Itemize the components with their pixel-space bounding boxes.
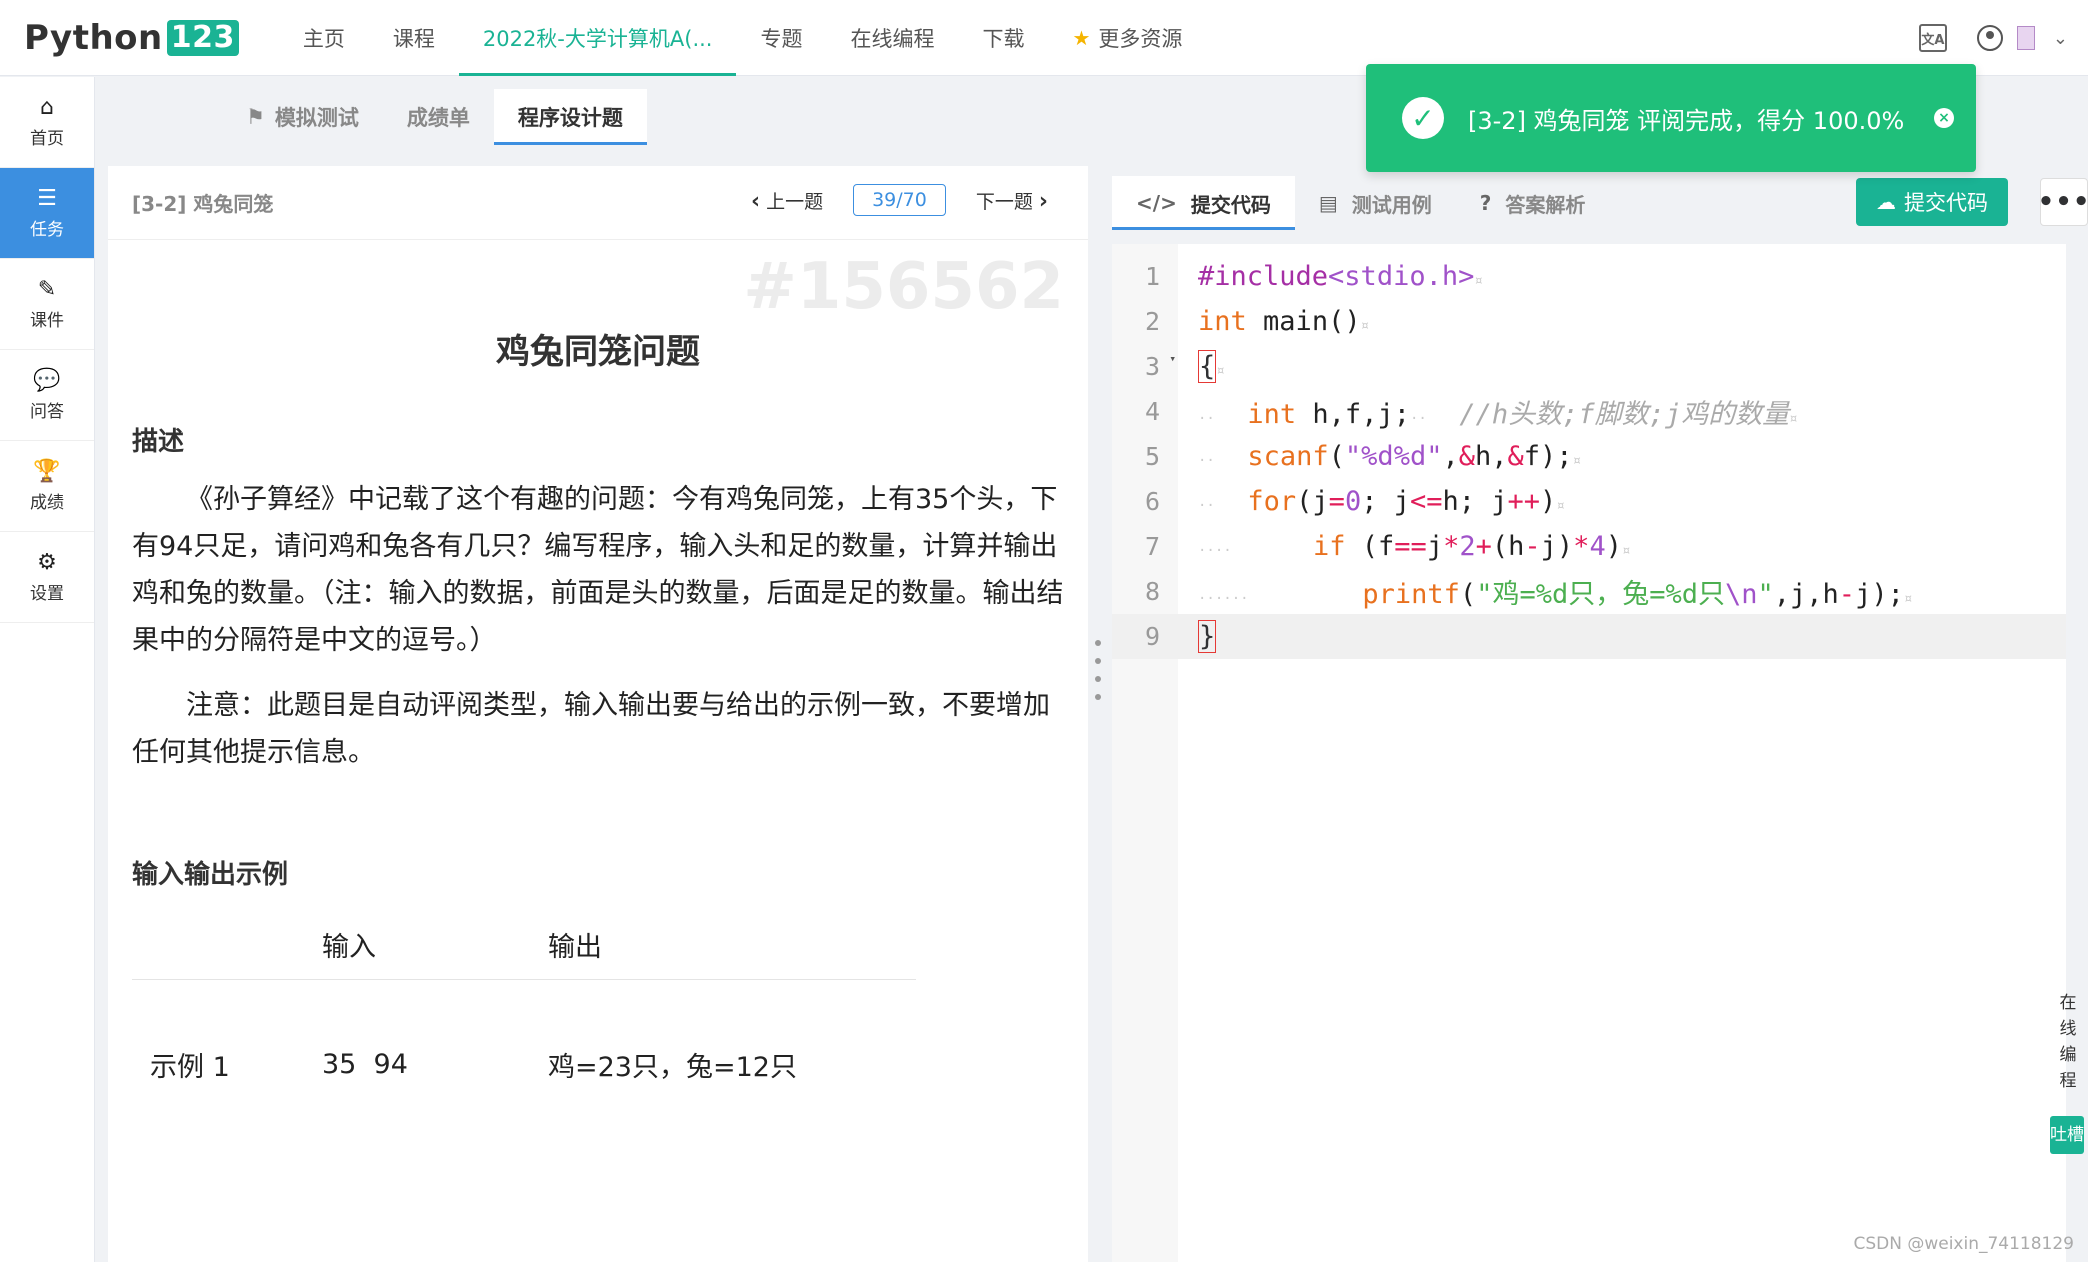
code-line: 4 ·· int h,f,j;·· //h头数;f脚数;j鸡的数量¤ <box>1144 397 1798 430</box>
sidebar: ⌂ 首页 ☰ 任务 ✎ 课件 💬 问答 🏆 成绩 ⚙ 设置 <box>0 77 95 1262</box>
nav-home[interactable]: 主页 <box>279 0 369 76</box>
check-icon: ✓ <box>1402 97 1444 139</box>
note-text: 注意：此题目是自动评阅类型，输入输出要与给出的示例一致，不要增加任何其他提示信息… <box>132 690 1050 768</box>
problem-title: 鸡兔同笼问题 <box>496 332 700 372</box>
tab-mock-test[interactable]: ⚑ 模拟测试 <box>246 89 359 145</box>
problem-code: [3-2] 鸡兔同笼 <box>132 192 274 216</box>
code-line: 9} <box>1112 614 2066 659</box>
sidebar-item-home[interactable]: ⌂ 首页 <box>0 77 94 168</box>
example-input: 35 94 <box>322 1048 408 1080</box>
translate-icon[interactable]: 文A <box>1918 24 1947 52</box>
tab-test-cases[interactable]: ▤ 测试用例 <box>1295 176 1456 230</box>
more-button[interactable]: ••• <box>2038 178 2088 226</box>
prev-button[interactable]: ‹ 上一题 <box>751 187 823 214</box>
home-icon: ⌂ <box>40 95 54 120</box>
col-input: 输入 <box>322 911 548 980</box>
feedback-button[interactable]: 吐槽 <box>2050 1116 2084 1154</box>
code-line: 6 ·· for(j=0; j<=h; j++)¤ <box>1144 486 1565 517</box>
tab-transcript[interactable]: 成绩单 <box>407 89 470 145</box>
example-table: 输入 输出 示例 1 35 94 鸡=23只，兔=12只 <box>132 911 916 1149</box>
submit-code-button[interactable]: ☁ 提交代码 <box>1856 178 2008 226</box>
sidebar-item-courseware[interactable]: ✎ 课件 <box>0 259 94 350</box>
chat-icon: 💬 <box>33 368 61 393</box>
nav-current-course[interactable]: 2022秋-大学计算机A(... <box>458 0 737 76</box>
logo[interactable]: Python 123 <box>24 18 239 58</box>
user-menu[interactable]: ⌄ <box>1976 25 2068 51</box>
problem-panel: [3-2] 鸡兔同笼 ‹ 上一题 39/70 下一题 › #156562 鸡兔同… <box>108 166 1088 1262</box>
question-icon: ? <box>1479 191 1492 215</box>
nav-download[interactable]: 下载 <box>958 0 1048 76</box>
code-line: 3 ▾ {¤ <box>1144 350 1225 383</box>
trophy-icon: 🏆 <box>33 459 61 484</box>
tab-answer-analysis[interactable]: ? 答案解析 <box>1456 176 1610 230</box>
toast-message: [3-2] 鸡兔同笼 评阅完成，得分 100.0% <box>1468 106 1905 135</box>
success-toast: ✓ [3-2] 鸡兔同笼 评阅完成，得分 100.0% × <box>1366 64 1976 172</box>
code-line: 5 ·· scanf("%d%d",&h,&f);¤ <box>1144 441 1581 472</box>
page-indicator[interactable]: 39/70 <box>853 184 946 216</box>
paperclip-icon: ✎ <box>37 277 57 302</box>
chevron-down-icon: ⌄ <box>2052 27 2068 49</box>
document-icon <box>2016 26 2035 50</box>
code-line: 1 #include<stdio.h>¤ <box>1144 261 1483 292</box>
description-text: 《孙子算经》中记载了这个有趣的问题：今有鸡兔同笼，上有35个头，下有94只足，请… <box>132 484 1064 656</box>
code-editor[interactable]: 1 #include<stdio.h>¤ 2 int main()¤ 3 ▾ {¤ 4 ·… <box>1112 244 2066 1262</box>
sidebar-item-qa[interactable]: 💬 问答 <box>0 350 94 441</box>
nav-online-coding[interactable]: 在线编程 <box>826 0 958 76</box>
cloud-upload-icon: ☁ <box>1876 190 1896 214</box>
example-title: 输入输出示例 <box>132 860 289 890</box>
close-icon[interactable]: × <box>1934 108 1954 128</box>
problem-id-watermark: #156562 <box>743 250 1064 324</box>
tab-submit-code[interactable]: </> 提交代码 <box>1112 176 1295 230</box>
gear-icon: ⚙ <box>37 550 57 575</box>
chevron-left-icon: ‹ <box>750 188 761 214</box>
code-line: 2 int main()¤ <box>1144 306 1370 337</box>
code-lines: 1 #include<stdio.h>¤ 2 int main()¤ 3 ▾ {¤ 4 ·… <box>1112 254 2066 659</box>
code-line: 8 ······ printf("鸡=%d只，兔=%d只\n",j,h-j);¤ <box>1144 577 1913 610</box>
star-icon: ★ <box>1072 25 1091 50</box>
problem-header: [3-2] 鸡兔同笼 ‹ 上一题 39/70 下一题 › <box>108 166 1088 240</box>
nav-topics[interactable]: 专题 <box>736 0 826 76</box>
nav-courses[interactable]: 课程 <box>369 0 459 76</box>
description-title: 描述 <box>132 427 185 457</box>
code-line: 7 ···· if (f==j*2+(h-j)*4)¤ <box>1144 531 1631 562</box>
main-nav: 主页 课程 2022秋-大学计算机A(... 专题 在线编程 下载 ★ 更多资源 <box>279 0 1207 76</box>
next-button[interactable]: 下一题 › <box>976 187 1048 214</box>
sidebar-item-grades[interactable]: 🏆 成绩 <box>0 441 94 532</box>
nav-more-resources[interactable]: ★ 更多资源 <box>1048 0 1206 76</box>
user-icon <box>1976 25 2003 51</box>
list-icon: ▤ <box>1318 191 1338 215</box>
panel-splitter[interactable] <box>1094 640 1102 700</box>
example-output: 鸡=23只，兔=12只 <box>548 1051 797 1083</box>
sidebar-item-tasks[interactable]: ☰ 任务 <box>0 168 94 259</box>
csdn-watermark: CSDN @weixin_74118129 <box>1853 1234 2074 1254</box>
editor-tabs: </> 提交代码 ▤ 测试用例 ? 答案解析 ☁ 提交代码 ••• <box>1112 166 2088 240</box>
example-label: 示例 1 <box>150 1051 230 1083</box>
code-icon: </> <box>1136 191 1177 215</box>
tab-programming[interactable]: 程序设计题 <box>493 89 647 145</box>
flag-icon: ⚑ <box>246 105 265 129</box>
fold-icon[interactable]: ▾ <box>1169 352 1176 365</box>
table-row: 示例 1 35 94 鸡=23只，兔=12只 <box>132 979 916 1149</box>
online-coding-float-tab[interactable]: 在线编程 <box>2054 990 2082 1094</box>
tasks-icon: ☰ <box>37 186 57 211</box>
sidebar-item-settings[interactable]: ⚙ 设置 <box>0 532 94 623</box>
problem-pager: ‹ 上一题 39/70 下一题 › <box>751 184 1048 216</box>
col-output: 输出 <box>548 911 916 980</box>
chevron-right-icon: › <box>1038 188 1048 214</box>
